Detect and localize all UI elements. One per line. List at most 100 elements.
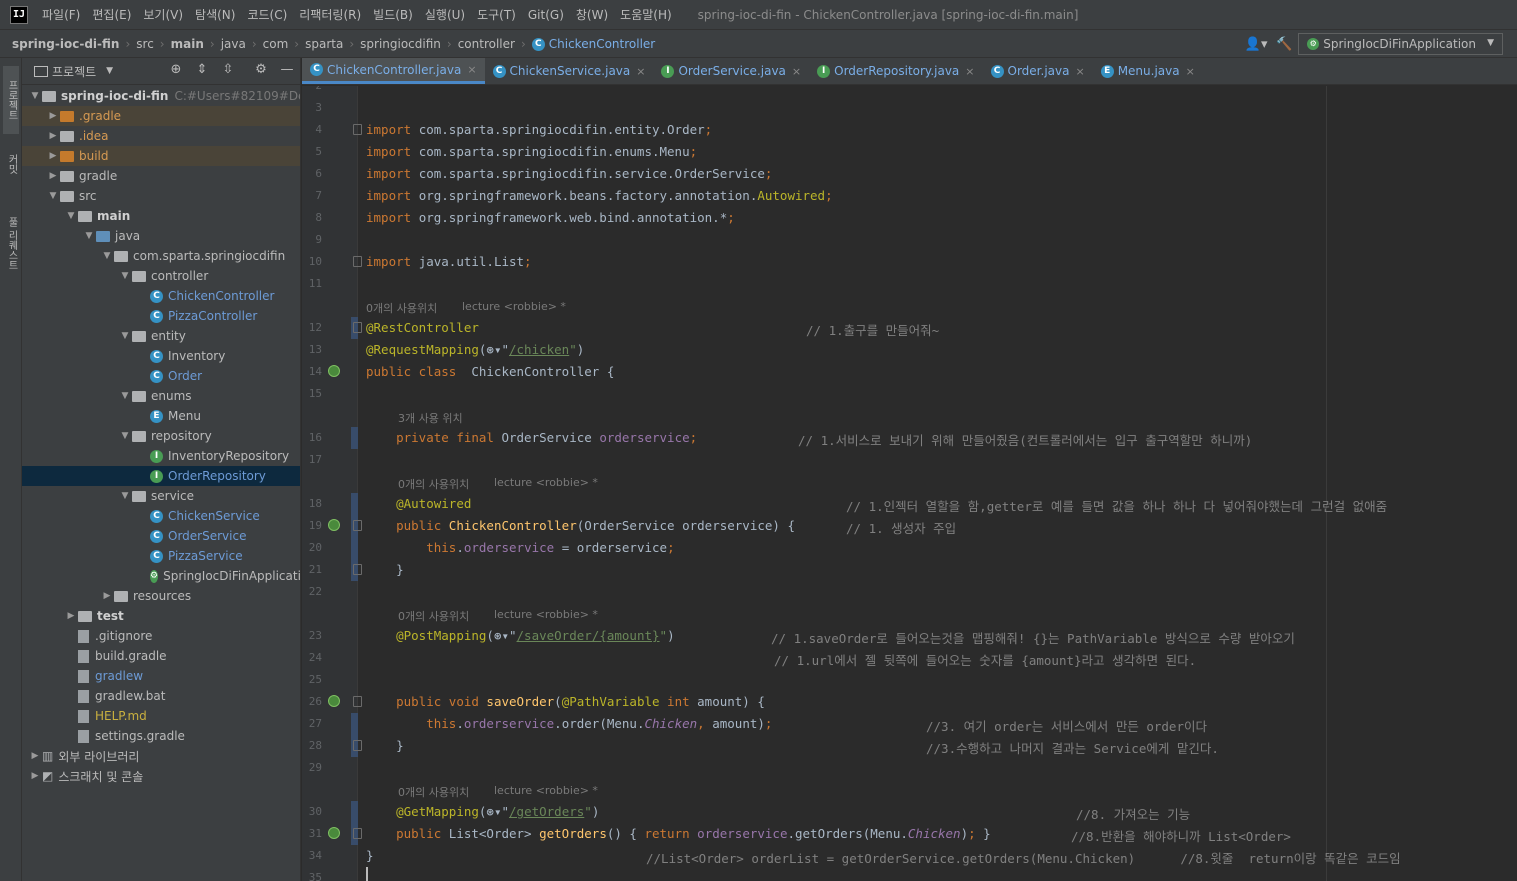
menu-navigate[interactable]: 탐색(N) xyxy=(189,6,241,23)
collapse-all-icon[interactable]: ⇳ xyxy=(218,62,238,80)
breadcrumb-com[interactable]: com xyxy=(261,37,291,51)
chevron-down-icon[interactable]: ▼ xyxy=(118,391,132,401)
usage-count-hint[interactable]: 0개의 사용위치 xyxy=(398,608,469,624)
tree-item[interactable]: ▼ spring-ioc-di-fin C:#Users#82109#Deskto xyxy=(22,86,300,106)
tree-item[interactable]: ▼ entity xyxy=(22,326,300,346)
chevron-down-icon[interactable]: ▼ xyxy=(118,331,132,341)
tree-item[interactable]: ▼ repository xyxy=(22,426,300,446)
toolwindow-pull-request-tab[interactable]: 풀 리퀘스트 xyxy=(3,204,19,284)
usage-count-hint[interactable]: 0개의 사용위치 xyxy=(366,300,437,316)
breadcrumb-sparta[interactable]: sparta xyxy=(303,37,345,51)
tree-item[interactable]: ▶ .gradle xyxy=(22,106,300,126)
chevron-down-icon[interactable]: ▼ xyxy=(100,251,114,261)
breadcrumb-src[interactable]: src xyxy=(134,37,156,51)
vcs-change-marker[interactable] xyxy=(351,427,358,449)
tree-item[interactable]: C ChickenController xyxy=(22,286,300,306)
tree-item[interactable]: ▶ .idea xyxy=(22,126,300,146)
menu-edit[interactable]: 편집(E) xyxy=(86,6,137,23)
expand-all-icon[interactable]: ⇕ xyxy=(192,62,212,80)
run-configuration-select[interactable]: ⚙ SpringIocDiFinApplication ▼ xyxy=(1298,33,1503,55)
tree-item[interactable]: ▼ service xyxy=(22,486,300,506)
editor-tab[interactable]: C ChickenController.java × xyxy=(302,58,485,84)
editor-tab[interactable]: C ChickenService.java × xyxy=(485,58,654,84)
tree-item[interactable]: gradlew xyxy=(22,666,300,686)
build-hammer-icon[interactable]: 🔨 xyxy=(1270,33,1298,55)
breadcrumb-main[interactable]: main xyxy=(169,37,206,51)
code-editor[interactable]: 234import com.sparta.springiocdifin.enti… xyxy=(302,86,1517,881)
editor-tab[interactable]: E Menu.java × xyxy=(1093,58,1203,84)
fold-marker-icon[interactable] xyxy=(353,124,362,135)
menu-tools[interactable]: 도구(T) xyxy=(471,6,522,23)
breadcrumb-controller[interactable]: controller xyxy=(456,37,517,51)
minimize-icon[interactable]: — xyxy=(277,62,297,80)
tree-item[interactable]: .gitignore xyxy=(22,626,300,646)
close-icon[interactable]: × xyxy=(467,63,476,76)
tree-item[interactable]: E Menu xyxy=(22,406,300,426)
fold-marker-icon[interactable] xyxy=(353,828,362,839)
tree-item[interactable]: ▶ ◩ 스크래치 및 콘솔 xyxy=(22,766,300,786)
spring-bean-gutter-icon[interactable] xyxy=(328,827,340,839)
chevron-right-icon[interactable]: ▶ xyxy=(46,151,60,161)
menu-run[interactable]: 실행(U) xyxy=(419,6,471,23)
chevron-right-icon[interactable]: ▶ xyxy=(28,771,42,781)
spring-bean-gutter-icon[interactable] xyxy=(328,365,340,377)
tree-item[interactable]: build.gradle xyxy=(22,646,300,666)
author-hint[interactable]: lecture <robbie> * xyxy=(494,476,598,489)
chevron-right-icon[interactable]: ▶ xyxy=(28,751,42,761)
tree-item[interactable]: settings.gradle xyxy=(22,726,300,746)
tree-item[interactable]: C Order xyxy=(22,366,300,386)
menu-file[interactable]: 파일(F) xyxy=(36,6,86,23)
tree-item[interactable]: ▼ java xyxy=(22,226,300,246)
fold-marker-icon[interactable] xyxy=(353,564,362,575)
editor-tab[interactable]: I OrderService.java × xyxy=(653,58,809,84)
tree-item[interactable]: ▶ ▥ 외부 라이브러리 xyxy=(22,746,300,766)
vcs-change-marker[interactable] xyxy=(351,713,358,735)
tree-item[interactable]: gradlew.bat xyxy=(22,686,300,706)
tree-item[interactable]: ▼ main xyxy=(22,206,300,226)
fold-marker-icon[interactable] xyxy=(353,696,362,707)
chevron-down-icon[interactable]: ▼ xyxy=(82,231,96,241)
close-icon[interactable]: × xyxy=(792,65,801,78)
fold-marker-icon[interactable] xyxy=(353,322,362,333)
fold-marker-icon[interactable] xyxy=(353,520,362,531)
tree-item[interactable]: C PizzaService xyxy=(22,546,300,566)
usage-count-hint[interactable]: 0개의 사용위치 xyxy=(398,476,469,492)
menu-view[interactable]: 보기(V) xyxy=(137,6,189,23)
tree-item[interactable]: I OrderRepository xyxy=(22,466,300,486)
spring-bean-gutter-icon[interactable] xyxy=(328,695,340,707)
project-view-select[interactable]: 프로젝트 xyxy=(52,63,96,80)
breadcrumb-class[interactable]: C ChickenController xyxy=(530,37,657,51)
crosshair-icon[interactable]: ⊕ xyxy=(166,62,186,80)
author-hint[interactable]: lecture <robbie> * xyxy=(494,608,598,621)
menu-refactor[interactable]: 리팩터링(R) xyxy=(293,6,367,23)
tree-item[interactable]: ▶ build xyxy=(22,146,300,166)
tree-item[interactable]: C OrderService xyxy=(22,526,300,546)
tree-item[interactable]: ▼ controller xyxy=(22,266,300,286)
vcs-change-marker[interactable] xyxy=(351,801,358,823)
chevron-down-icon[interactable]: ▼ xyxy=(46,191,60,201)
tree-item[interactable]: C PizzaController xyxy=(22,306,300,326)
fold-marker-icon[interactable] xyxy=(353,256,362,267)
tree-item[interactable]: C Inventory xyxy=(22,346,300,366)
toolwindow-commit-tab[interactable]: 커밋 xyxy=(3,144,19,184)
tree-item[interactable]: ▶ test xyxy=(22,606,300,626)
tree-item[interactable]: ▼ com.sparta.springiocdifin xyxy=(22,246,300,266)
chevron-down-icon[interactable]: ▼ xyxy=(28,91,42,101)
chevron-right-icon[interactable]: ▶ xyxy=(46,171,60,181)
chevron-down-icon[interactable]: ▼ xyxy=(118,491,132,501)
chevron-right-icon[interactable]: ▶ xyxy=(64,611,78,621)
author-hint[interactable]: lecture <robbie> * xyxy=(494,784,598,797)
tree-item[interactable]: HELP.md xyxy=(22,706,300,726)
fold-marker-icon[interactable] xyxy=(353,740,362,751)
menu-git[interactable]: Git(G) xyxy=(522,8,570,22)
tree-item[interactable]: C ChickenService xyxy=(22,506,300,526)
vcs-change-marker[interactable] xyxy=(351,493,358,515)
tree-item[interactable]: ▼ enums xyxy=(22,386,300,406)
close-icon[interactable]: × xyxy=(965,65,974,78)
tree-item[interactable]: ▶ resources xyxy=(22,586,300,606)
chevron-right-icon[interactable]: ▶ xyxy=(46,131,60,141)
chevron-down-icon[interactable]: ▼ xyxy=(118,431,132,441)
menu-window[interactable]: 창(W) xyxy=(570,6,614,23)
close-icon[interactable]: × xyxy=(1075,65,1084,78)
chevron-down-icon[interactable]: ▼ xyxy=(106,66,113,76)
